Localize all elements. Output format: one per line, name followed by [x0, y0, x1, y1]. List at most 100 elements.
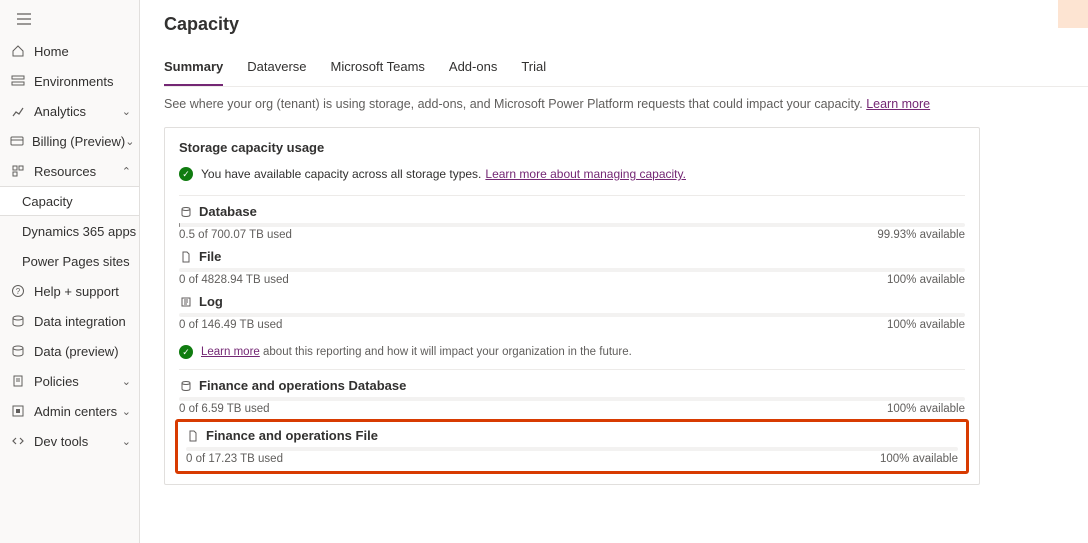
storage-used: 0.5 of 700.07 TB used: [179, 229, 292, 241]
nav-environments[interactable]: Environments: [0, 66, 139, 96]
tab-dataverse[interactable]: Dataverse: [247, 59, 306, 86]
database-icon: [179, 206, 193, 218]
nav-sub-label: Capacity: [22, 194, 73, 209]
highlight-callout: Finance and operations File 0 of 17.23 T…: [175, 419, 969, 474]
log-icon: [179, 296, 193, 308]
billing-icon: [10, 133, 24, 149]
help-icon: ?: [10, 283, 26, 299]
nav-dev-tools[interactable]: Dev tools ⌄: [0, 426, 139, 456]
nav-home[interactable]: Home: [0, 36, 139, 66]
storage-fo-database: Finance and operations Database 0 of 6.5…: [179, 378, 965, 415]
nav-billing[interactable]: Billing (Preview) ⌄: [0, 126, 139, 156]
status-row: ✓ You have available capacity across all…: [179, 167, 965, 181]
status-learn-more-link[interactable]: Learn more about managing capacity.: [485, 167, 686, 181]
storage-used: 0 of 146.49 TB used: [179, 319, 282, 331]
chevron-down-icon: ⌄: [122, 435, 131, 448]
data-preview-icon: [10, 343, 26, 359]
nav-sub-label: Power Pages sites: [22, 254, 130, 269]
card-title: Storage capacity usage: [179, 140, 965, 155]
hamburger-icon[interactable]: [8, 8, 40, 30]
storage-fo-file: Finance and operations File 0 of 17.23 T…: [186, 428, 958, 465]
storage-name: Database: [199, 204, 257, 219]
environments-icon: [10, 73, 26, 89]
storage-used: 0 of 4828.94 TB used: [179, 274, 289, 286]
sidebar: Home Environments Analytics ⌄ Billing (P…: [0, 0, 140, 543]
subtitle: See where your org (tenant) is using sto…: [164, 97, 1088, 111]
home-icon: [10, 43, 26, 59]
success-check-icon: ✓: [179, 167, 193, 181]
admin-centers-icon: [10, 403, 26, 419]
nav-label: Help + support: [34, 284, 131, 299]
nav-data-preview[interactable]: Data (preview): [0, 336, 139, 366]
storage-avail: 100% available: [887, 403, 965, 415]
nav-help-support[interactable]: ? Help + support: [0, 276, 139, 306]
svg-text:?: ?: [16, 287, 21, 296]
nav-label: Dev tools: [34, 434, 122, 449]
progress-bar: [179, 223, 965, 227]
separator: [179, 195, 965, 196]
tab-summary[interactable]: Summary: [164, 59, 223, 86]
nav-sub-power-pages[interactable]: Power Pages sites: [0, 246, 139, 276]
nav-label: Billing (Preview): [32, 134, 125, 149]
database-icon: [179, 380, 193, 392]
tabs: Summary Dataverse Microsoft Teams Add-on…: [164, 59, 1088, 87]
dev-tools-icon: [10, 433, 26, 449]
subtitle-learn-more-link[interactable]: Learn more: [866, 97, 930, 111]
page-title: Capacity: [164, 14, 1088, 35]
storage-file: File 0 of 4828.94 TB used 100% available: [179, 249, 965, 286]
chevron-down-icon: ⌄: [122, 405, 131, 418]
chevron-down-icon: ⌄: [122, 105, 131, 118]
storage-used: 0 of 17.23 TB used: [186, 453, 283, 465]
nav-label: Data (preview): [34, 344, 131, 359]
storage-capacity-card: Storage capacity usage ✓ You have availa…: [164, 127, 980, 485]
nav-sub-label: Dynamics 365 apps: [22, 224, 136, 239]
storage-name: File: [199, 249, 221, 264]
nav-label: Data integration: [34, 314, 131, 329]
storage-name: Log: [199, 294, 223, 309]
storage-database: Database 0.5 of 700.07 TB used 99.93% av…: [179, 204, 965, 241]
nav-label: Resources: [34, 164, 122, 179]
nav-sub-d365-apps[interactable]: Dynamics 365 apps: [0, 216, 139, 246]
progress-bar: [179, 397, 965, 401]
success-check-icon: ✓: [179, 345, 193, 359]
storage-used: 0 of 6.59 TB used: [179, 403, 270, 415]
info-suffix: about this reporting and how it will imp…: [260, 346, 632, 358]
chevron-down-icon: ⌄: [125, 135, 134, 148]
nav-policies[interactable]: Policies ⌄: [0, 366, 139, 396]
main-content: Capacity Summary Dataverse Microsoft Tea…: [140, 0, 1088, 543]
nav-resources[interactable]: Resources ⌃: [0, 156, 139, 186]
tab-ms-teams[interactable]: Microsoft Teams: [331, 59, 425, 86]
tab-addons[interactable]: Add-ons: [449, 59, 497, 86]
subtitle-text: See where your org (tenant) is using sto…: [164, 97, 866, 111]
analytics-icon: [10, 103, 26, 119]
file-icon: [186, 430, 200, 442]
nav-label: Analytics: [34, 104, 122, 119]
info-row: ✓ Learn more about this reporting and ho…: [179, 345, 965, 359]
separator: [179, 369, 965, 370]
storage-avail: 100% available: [880, 453, 958, 465]
storage-avail: 99.93% available: [877, 229, 965, 241]
progress-bar: [179, 313, 965, 317]
file-icon: [179, 251, 193, 263]
policies-icon: [10, 373, 26, 389]
tab-trial[interactable]: Trial: [521, 59, 546, 86]
data-integration-icon: [10, 313, 26, 329]
resources-icon: [10, 163, 26, 179]
progress-bar: [186, 447, 958, 451]
chevron-down-icon: ⌄: [122, 375, 131, 388]
nav-label: Admin centers: [34, 404, 122, 419]
nav-sub-capacity[interactable]: Capacity: [0, 186, 139, 216]
nav-analytics[interactable]: Analytics ⌄: [0, 96, 139, 126]
storage-avail: 100% available: [887, 274, 965, 286]
nav-data-integration[interactable]: Data integration: [0, 306, 139, 336]
nav-admin-centers[interactable]: Admin centers ⌄: [0, 396, 139, 426]
status-text: You have available capacity across all s…: [201, 167, 481, 181]
nav-label: Policies: [34, 374, 122, 389]
nav-label: Environments: [34, 74, 131, 89]
storage-log: Log 0 of 146.49 TB used 100% available: [179, 294, 965, 331]
storage-name: Finance and operations Database: [199, 378, 406, 393]
chevron-up-icon: ⌃: [122, 165, 131, 178]
progress-bar: [179, 268, 965, 272]
storage-name: Finance and operations File: [206, 428, 378, 443]
info-learn-more-link[interactable]: Learn more: [201, 346, 260, 358]
